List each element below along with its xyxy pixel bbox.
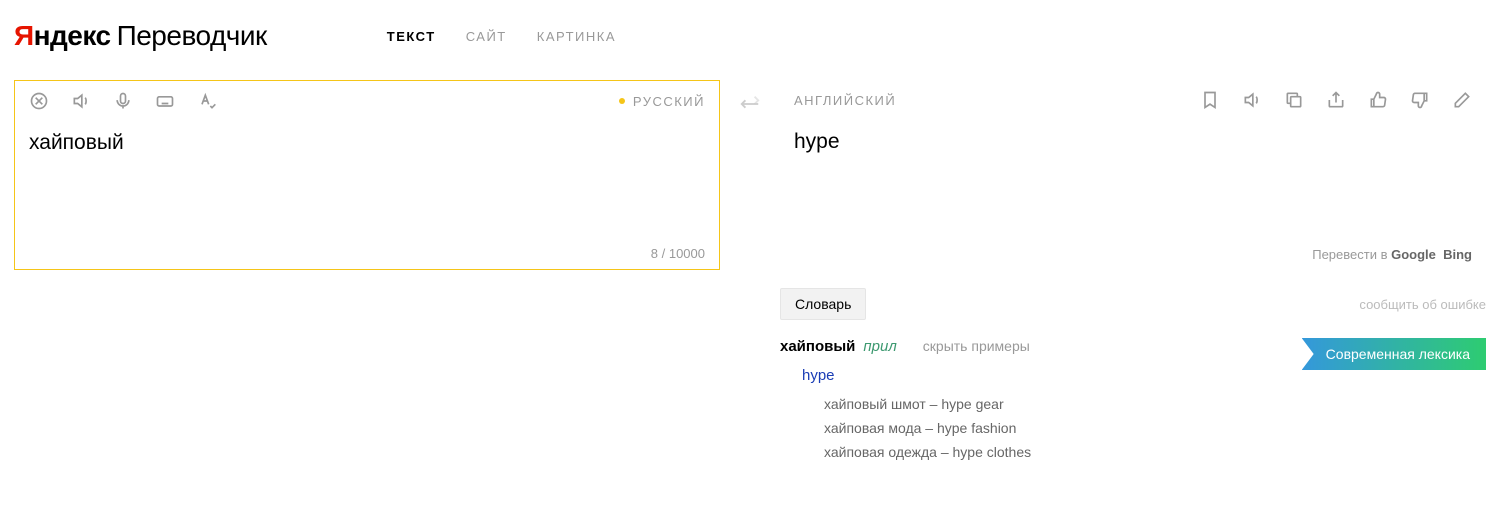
translate-in-links: Перевести в Google Bing (1312, 247, 1472, 262)
edit-icon[interactable] (1452, 90, 1472, 110)
dict-headword: хайповый (780, 338, 855, 355)
thumbs-up-icon[interactable] (1368, 90, 1388, 110)
provider-google[interactable]: Google (1391, 247, 1436, 262)
modern-lexicon-badge[interactable]: Современная лексика (1302, 338, 1486, 370)
logo[interactable]: Яндекс Переводчик (14, 20, 267, 52)
report-error-link[interactable]: сообщить об ошибке (1359, 297, 1486, 312)
speaker-icon[interactable] (71, 91, 91, 111)
source-textarea[interactable]: хайповый (15, 111, 719, 175)
dictionary-button[interactable]: Словарь (780, 288, 866, 320)
target-panel: АНГЛИЙСКИЙ (780, 80, 1486, 270)
clear-icon[interactable] (29, 91, 49, 111)
provider-bing[interactable]: Bing (1443, 247, 1472, 262)
nav-site[interactable]: САЙТ (466, 29, 507, 44)
dict-example: хайповая мода – hype fashion (824, 417, 1256, 441)
dict-pos: прил (863, 338, 896, 355)
spellcheck-icon[interactable] (197, 91, 217, 111)
target-lang-selector[interactable]: АНГЛИЙСКИЙ (794, 93, 896, 108)
source-lang-selector[interactable]: РУССКИЙ (619, 94, 705, 109)
target-lang-label: АНГЛИЙСКИЙ (794, 93, 896, 108)
share-icon[interactable] (1326, 90, 1346, 110)
mic-icon[interactable] (113, 91, 133, 111)
hide-examples-link[interactable]: скрыть примеры (923, 338, 1030, 354)
keyboard-icon[interactable] (155, 91, 175, 111)
logo-ndex: ндекс (34, 20, 111, 51)
source-panel: РУССКИЙ хайповый 8 / 10000 (14, 80, 720, 270)
logo-service: Переводчик (117, 20, 267, 52)
bookmark-icon[interactable] (1200, 90, 1220, 110)
swap-languages-icon[interactable] (738, 92, 762, 116)
nav-image[interactable]: КАРТИНКА (537, 29, 616, 44)
translate-in-prefix: Перевести в (1312, 247, 1391, 262)
thumbs-down-icon[interactable] (1410, 90, 1430, 110)
top-nav: ТЕКСТ САЙТ КАРТИНКА (387, 29, 616, 44)
autodetect-dot-icon (619, 98, 625, 104)
nav-text[interactable]: ТЕКСТ (387, 29, 436, 44)
dict-translation[interactable]: hype (802, 367, 835, 384)
dict-example: хайповая одежда – hype clothes (824, 441, 1256, 465)
copy-icon[interactable] (1284, 90, 1304, 110)
target-text: hype (780, 110, 1486, 174)
dict-example: хайповый шмот – hype gear (824, 393, 1256, 417)
speaker-icon[interactable] (1242, 90, 1262, 110)
dictionary-entry: хайповый прил скрыть примеры hype хайпов… (780, 338, 1486, 464)
logo-ya: Я (14, 20, 34, 51)
char-count: 8 / 10000 (651, 246, 705, 261)
source-lang-label: РУССКИЙ (633, 94, 705, 109)
